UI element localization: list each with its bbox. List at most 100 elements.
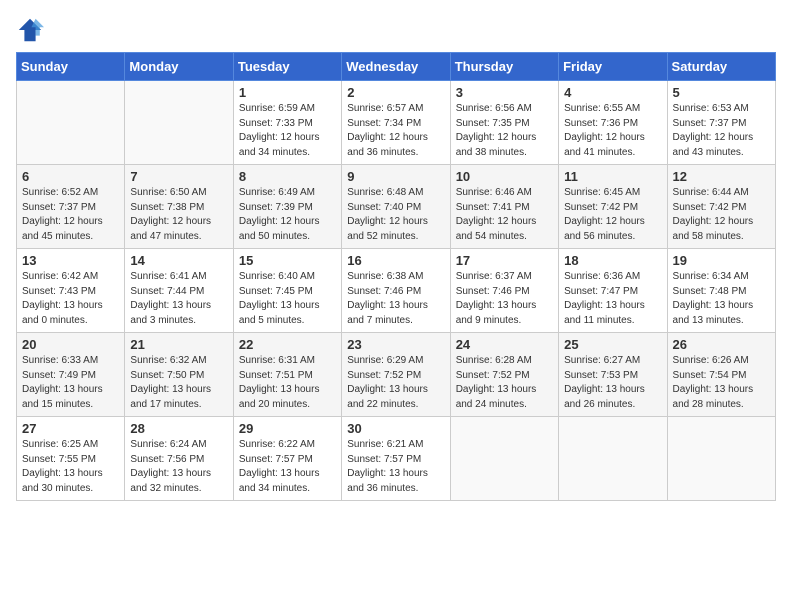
calendar-cell: 5Sunrise: 6:53 AM Sunset: 7:37 PM Daylig… [667,81,775,165]
day-info: Sunrise: 6:49 AM Sunset: 7:39 PM Dayligh… [239,186,336,244]
calendar-cell: 9Sunrise: 6:48 AM Sunset: 7:40 PM Daylig… [342,165,450,249]
day-number: 3 [456,85,553,100]
day-info: Sunrise: 6:36 AM Sunset: 7:47 PM Dayligh… [564,270,661,328]
calendar-cell: 15 Sunrise: 6:40 AM Sunset: 7:45 PM Dayli… [233,249,341,333]
day-number: 19 [673,253,770,268]
calendar-cell: 12Sunrise: 6:44 AM Sunset: 7:42 PM Dayli… [667,165,775,249]
calendar-cell: 19 Sunrise: 6:34 AM Sunset: 7:48 PM Dayli… [667,249,775,333]
calendar-week-row: 13 Sunrise: 6:42 AM Sunset: 7:43 PM Dayli… [17,249,776,333]
day-number: 25 [564,337,661,352]
calendar-cell: 21 Sunrise: 6:32 AM Sunset: 7:50 PM Dayli… [125,333,233,417]
day-info: Sunrise: 6:33 AM Sunset: 7:49 PM Dayligh… [22,354,119,412]
calendar-day-header: Monday [125,53,233,81]
day-info: Sunrise: 6:26 AM Sunset: 7:54 PM Dayligh… [673,354,770,412]
day-number: 28 [130,421,227,436]
calendar-cell: 11Sunrise: 6:45 AM Sunset: 7:42 PM Dayli… [559,165,667,249]
calendar-cell: 4 Sunrise: 6:55 AM Sunset: 7:36 PM Daylig… [559,81,667,165]
day-info: Sunrise: 6:31 AM Sunset: 7:51 PM Dayligh… [239,354,336,412]
day-number: 7 [130,169,227,184]
calendar-week-row: 20 Sunrise: 6:33 AM Sunset: 7:49 PM Dayli… [17,333,776,417]
calendar-cell: 24 Sunrise: 6:28 AM Sunset: 7:52 PM Dayli… [450,333,558,417]
day-info: Sunrise: 6:24 AM Sunset: 7:56 PM Dayligh… [130,438,227,496]
calendar-cell: 30 Sunrise: 6:21 AM Sunset: 7:57 PM Dayli… [342,417,450,501]
day-info: Sunrise: 6:57 AM Sunset: 7:34 PM Dayligh… [347,102,444,160]
day-number: 23 [347,337,444,352]
calendar-cell: 1 Sunrise: 6:59 AM Sunset: 7:33 PM Daylig… [233,81,341,165]
calendar-cell [450,417,558,501]
day-info: Sunrise: 6:37 AM Sunset: 7:46 PM Dayligh… [456,270,553,328]
day-info: Sunrise: 6:25 AM Sunset: 7:55 PM Dayligh… [22,438,119,496]
calendar-day-header: Thursday [450,53,558,81]
day-number: 13 [22,253,119,268]
day-info: Sunrise: 6:45 AM Sunset: 7:42 PM Dayligh… [564,186,661,244]
calendar-cell: 6 Sunrise: 6:52 AM Sunset: 7:37 PM Daylig… [17,165,125,249]
calendar-cell [667,417,775,501]
calendar-cell: 7 Sunrise: 6:50 AM Sunset: 7:38 PM Daylig… [125,165,233,249]
calendar-cell: 13 Sunrise: 6:42 AM Sunset: 7:43 PM Dayli… [17,249,125,333]
calendar-day-header: Wednesday [342,53,450,81]
day-info: Sunrise: 6:28 AM Sunset: 7:52 PM Dayligh… [456,354,553,412]
day-info: Sunrise: 6:40 AM Sunset: 7:45 PM Dayligh… [239,270,336,328]
day-number: 21 [130,337,227,352]
day-info: Sunrise: 6:44 AM Sunset: 7:42 PM Dayligh… [673,186,770,244]
day-info: Sunrise: 6:29 AM Sunset: 7:52 PM Dayligh… [347,354,444,412]
calendar-cell: 27Sunrise: 6:25 AM Sunset: 7:55 PM Dayli… [17,417,125,501]
day-info: Sunrise: 6:22 AM Sunset: 7:57 PM Dayligh… [239,438,336,496]
calendar-cell: 20 Sunrise: 6:33 AM Sunset: 7:49 PM Dayli… [17,333,125,417]
day-info: Sunrise: 6:32 AM Sunset: 7:50 PM Dayligh… [130,354,227,412]
day-number: 24 [456,337,553,352]
day-info: Sunrise: 6:59 AM Sunset: 7:33 PM Dayligh… [239,102,336,160]
calendar-header-row: SundayMondayTuesdayWednesdayThursdayFrid… [17,53,776,81]
calendar-day-header: Friday [559,53,667,81]
day-number: 16 [347,253,444,268]
day-info: Sunrise: 6:21 AM Sunset: 7:57 PM Dayligh… [347,438,444,496]
day-info: Sunrise: 6:53 AM Sunset: 7:37 PM Dayligh… [673,102,770,160]
calendar-week-row: 1 Sunrise: 6:59 AM Sunset: 7:33 PM Daylig… [17,81,776,165]
calendar-table: SundayMondayTuesdayWednesdayThursdayFrid… [16,52,776,501]
calendar-cell: 25 Sunrise: 6:27 AM Sunset: 7:53 PM Dayli… [559,333,667,417]
day-number: 1 [239,85,336,100]
calendar-cell: 29 Sunrise: 6:22 AM Sunset: 7:57 PM Dayli… [233,417,341,501]
day-number: 9 [347,169,444,184]
day-info: Sunrise: 6:52 AM Sunset: 7:37 PM Dayligh… [22,186,119,244]
day-number: 30 [347,421,444,436]
day-number: 2 [347,85,444,100]
calendar-cell [17,81,125,165]
day-info: Sunrise: 6:55 AM Sunset: 7:36 PM Dayligh… [564,102,661,160]
day-number: 29 [239,421,336,436]
day-number: 10 [456,169,553,184]
day-number: 18 [564,253,661,268]
calendar-cell: 10Sunrise: 6:46 AM Sunset: 7:41 PM Dayli… [450,165,558,249]
day-number: 22 [239,337,336,352]
calendar-cell: 8 Sunrise: 6:49 AM Sunset: 7:39 PM Daylig… [233,165,341,249]
day-number: 26 [673,337,770,352]
calendar-cell: 23 Sunrise: 6:29 AM Sunset: 7:52 PM Dayli… [342,333,450,417]
calendar-cell: 16 Sunrise: 6:38 AM Sunset: 7:46 PM Dayli… [342,249,450,333]
day-number: 8 [239,169,336,184]
day-number: 6 [22,169,119,184]
calendar-cell: 2 Sunrise: 6:57 AM Sunset: 7:34 PM Daylig… [342,81,450,165]
day-number: 20 [22,337,119,352]
day-number: 4 [564,85,661,100]
calendar-cell: 18 Sunrise: 6:36 AM Sunset: 7:47 PM Dayli… [559,249,667,333]
calendar-day-header: Saturday [667,53,775,81]
calendar-cell [559,417,667,501]
calendar-cell [125,81,233,165]
day-number: 17 [456,253,553,268]
calendar-week-row: 6 Sunrise: 6:52 AM Sunset: 7:37 PM Daylig… [17,165,776,249]
day-info: Sunrise: 6:56 AM Sunset: 7:35 PM Dayligh… [456,102,553,160]
calendar-week-row: 27Sunrise: 6:25 AM Sunset: 7:55 PM Dayli… [17,417,776,501]
calendar-cell: 26 Sunrise: 6:26 AM Sunset: 7:54 PM Dayli… [667,333,775,417]
day-number: 15 [239,253,336,268]
logo [16,16,48,44]
day-info: Sunrise: 6:27 AM Sunset: 7:53 PM Dayligh… [564,354,661,412]
calendar-cell: 3 Sunrise: 6:56 AM Sunset: 7:35 PM Daylig… [450,81,558,165]
calendar-cell: 14Sunrise: 6:41 AM Sunset: 7:44 PM Dayli… [125,249,233,333]
day-info: Sunrise: 6:34 AM Sunset: 7:48 PM Dayligh… [673,270,770,328]
day-info: Sunrise: 6:42 AM Sunset: 7:43 PM Dayligh… [22,270,119,328]
logo-icon [16,16,44,44]
calendar-day-header: Tuesday [233,53,341,81]
day-info: Sunrise: 6:38 AM Sunset: 7:46 PM Dayligh… [347,270,444,328]
page-header [16,16,776,44]
day-info: Sunrise: 6:50 AM Sunset: 7:38 PM Dayligh… [130,186,227,244]
